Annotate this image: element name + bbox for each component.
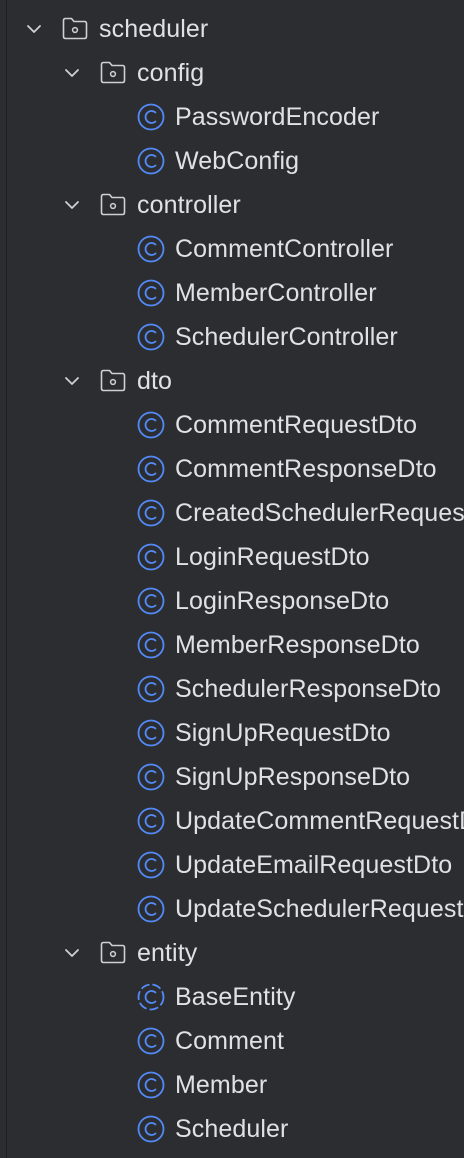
- folder-package-icon: [99, 59, 127, 85]
- chevron-down-icon[interactable]: [63, 944, 81, 962]
- tree-node-package-controller[interactable]: controller: [0, 183, 464, 227]
- class-icon: [136, 1026, 166, 1056]
- class-label: LoginResponseDto: [175, 587, 390, 615]
- class-icon: [136, 102, 166, 132]
- tree-node-class[interactable]: CommentResponseDto: [0, 447, 464, 491]
- tree-node-class[interactable]: SchedulerController: [0, 315, 464, 359]
- package-label: controller: [137, 191, 241, 219]
- class-icon: [136, 1070, 166, 1100]
- tree-node-package-entity[interactable]: entity: [0, 931, 464, 975]
- folder-package-icon: [99, 939, 127, 965]
- tree-node-class[interactable]: SchedulerResponseDto: [0, 667, 464, 711]
- package-label: dto: [137, 367, 173, 395]
- folder-package-icon: [99, 367, 127, 393]
- tree-node-class[interactable]: CommentController: [0, 227, 464, 271]
- class-label: SignUpRequestDto: [175, 719, 391, 747]
- class-label: Comment: [175, 1027, 285, 1055]
- class-icon: [136, 542, 166, 572]
- class-icon: [136, 894, 166, 924]
- tree-node-class[interactable]: MemberController: [0, 271, 464, 315]
- project-tree-panel: scheduler config PasswordEncoder WebConfig c…: [0, 0, 464, 1158]
- class-icon: [136, 674, 166, 704]
- class-label: SignUpResponseDto: [175, 763, 411, 791]
- chevron-down-icon[interactable]: [63, 196, 81, 214]
- chevron-down-icon[interactable]: [63, 372, 81, 390]
- class-label: CommentController: [175, 235, 394, 263]
- class-label: PasswordEncoder: [175, 103, 380, 131]
- tree-node-package-config[interactable]: config: [0, 51, 464, 95]
- class-icon: [136, 850, 166, 880]
- class-label: Member: [175, 1071, 268, 1099]
- class-icon: [136, 586, 166, 616]
- tree-node-class[interactable]: Scheduler: [0, 1107, 464, 1151]
- tree-node-root-package[interactable]: scheduler: [0, 7, 464, 51]
- class-label: SchedulerController: [175, 323, 398, 351]
- folder-package-icon: [99, 191, 127, 217]
- tree-node-class[interactable]: LoginRequestDto: [0, 535, 464, 579]
- tree-node-class[interactable]: MemberResponseDto: [0, 623, 464, 667]
- package-label: config: [137, 59, 205, 87]
- class-label: CommentRequestDto: [175, 411, 418, 439]
- class-icon: [136, 498, 166, 528]
- class-icon: [136, 1114, 166, 1144]
- package-label: scheduler: [99, 15, 209, 43]
- class-icon: [136, 278, 166, 308]
- tree-node-class[interactable]: CommentRequestDto: [0, 403, 464, 447]
- tree-node-class[interactable]: LoginResponseDto: [0, 579, 464, 623]
- class-icon: [136, 322, 166, 352]
- class-label: UpdateEmailRequestDto: [175, 851, 453, 879]
- class-label: UpdateCommentRequestDto: [175, 807, 464, 835]
- tree-node-class[interactable]: UpdateEmailRequestDto: [0, 843, 464, 887]
- class-icon: [136, 454, 166, 484]
- class-icon: [136, 146, 166, 176]
- class-icon: [136, 718, 166, 748]
- class-icon: [136, 410, 166, 440]
- tree-node-package-dto[interactable]: dto: [0, 359, 464, 403]
- chevron-down-icon[interactable]: [25, 20, 43, 38]
- class-label: MemberController: [175, 279, 377, 307]
- tree-node-class[interactable]: UpdateSchedulerRequestDto: [0, 887, 464, 931]
- abstract-class-icon: [136, 982, 166, 1012]
- class-label: UpdateSchedulerRequestDto: [175, 895, 464, 923]
- class-label: CreatedSchedulerRequestDto: [175, 499, 464, 527]
- tree-node-class[interactable]: CreatedSchedulerRequestDto: [0, 491, 464, 535]
- class-icon: [136, 234, 166, 264]
- class-label: CommentResponseDto: [175, 455, 437, 483]
- class-label: MemberResponseDto: [175, 631, 420, 659]
- class-icon: [136, 762, 166, 792]
- package-label: entity: [137, 939, 198, 967]
- class-label: WebConfig: [175, 147, 300, 175]
- tree-node-class[interactable]: Comment: [0, 1019, 464, 1063]
- tree-node-class[interactable]: UpdateCommentRequestDto: [0, 799, 464, 843]
- class-label: SchedulerResponseDto: [175, 675, 442, 703]
- class-label: BaseEntity: [175, 983, 296, 1011]
- class-icon: [136, 806, 166, 836]
- class-label: LoginRequestDto: [175, 543, 370, 571]
- tree-node-class[interactable]: SignUpResponseDto: [0, 755, 464, 799]
- tree-node-class[interactable]: SignUpRequestDto: [0, 711, 464, 755]
- chevron-down-icon[interactable]: [63, 64, 81, 82]
- tree-node-class[interactable]: BaseEntity: [0, 975, 464, 1019]
- class-icon: [136, 630, 166, 660]
- tree-node-class[interactable]: WebConfig: [0, 139, 464, 183]
- tree-node-class[interactable]: Member: [0, 1063, 464, 1107]
- class-label: Scheduler: [175, 1115, 289, 1143]
- tree-node-class[interactable]: PasswordEncoder: [0, 95, 464, 139]
- folder-package-icon: [61, 15, 89, 41]
